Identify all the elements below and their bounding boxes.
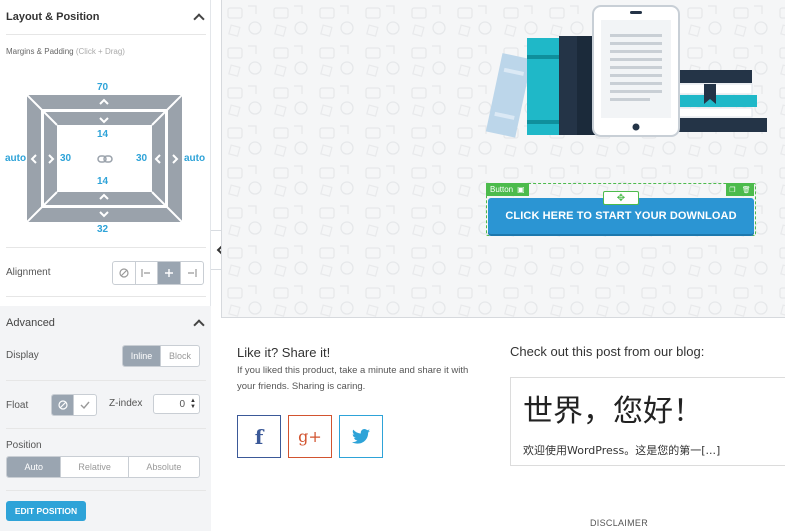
float-none-button[interactable] xyxy=(52,395,75,415)
twitter-button[interactable] xyxy=(339,415,383,458)
facebook-icon: f xyxy=(254,424,264,449)
none-icon xyxy=(57,400,68,410)
share-text: If you liked this product, take a minute… xyxy=(237,365,469,392)
hero-section[interactable] xyxy=(221,0,785,318)
margins-label-text: Margins & Padding xyxy=(6,47,74,56)
position-absolute-button[interactable]: Absolute xyxy=(129,457,199,477)
chevron-up-icon[interactable] xyxy=(193,13,205,25)
layout-section-header[interactable]: Layout & Position xyxy=(0,0,211,34)
display-inline-button[interactable]: Inline xyxy=(123,346,162,366)
align-center-button[interactable] xyxy=(158,262,181,284)
align-left-icon xyxy=(141,269,151,277)
settings-icon[interactable]: ▣ xyxy=(517,185,525,194)
element-type-badge[interactable]: Button ▣ xyxy=(486,183,529,196)
zindex-value: 0 xyxy=(179,398,185,410)
element-badge-label: Button xyxy=(490,185,514,194)
blog-post-card[interactable]: 世界，您好！ 欢迎使用WordPress。这是您的第一[...] xyxy=(510,377,785,466)
float-label: Float xyxy=(6,400,29,411)
padding-top-value[interactable]: 14 xyxy=(97,129,108,140)
twitter-icon xyxy=(352,429,370,444)
blog-section-title: Check out this post from our blog: xyxy=(510,344,705,359)
divider xyxy=(6,296,206,297)
display-block-button[interactable]: Block xyxy=(161,346,199,366)
edit-position-button[interactable]: EDIT POSITION xyxy=(6,501,86,521)
float-enable-button[interactable] xyxy=(74,395,96,415)
divider xyxy=(6,380,206,381)
margins-hint-text: (Click + Drag) xyxy=(75,47,125,56)
align-right-icon xyxy=(187,269,197,277)
align-center-icon xyxy=(164,269,173,277)
position-label: Position xyxy=(6,440,42,451)
zindex-label: Z-index xyxy=(109,398,143,409)
box-model-frame xyxy=(26,94,183,223)
padding-left-value[interactable]: 30 xyxy=(60,153,71,164)
google-plus-button[interactable]: g+ xyxy=(288,415,332,458)
position-relative-button[interactable]: Relative xyxy=(61,457,129,477)
move-handle-icon[interactable]: ✥ xyxy=(603,191,639,205)
blog-post-heading[interactable]: 世界，您好！ xyxy=(523,386,703,430)
chevron-up-icon[interactable] xyxy=(193,319,205,331)
trash-icon[interactable]: 🗑 xyxy=(742,186,751,194)
position-control: Auto Relative Absolute xyxy=(6,456,200,478)
align-left-button[interactable] xyxy=(136,262,158,284)
padding-right-value[interactable]: 30 xyxy=(136,153,147,164)
alignment-label: Alignment xyxy=(6,267,51,278)
advanced-section-title: Advanced xyxy=(6,317,55,329)
padding-bottom-value[interactable]: 14 xyxy=(97,176,108,187)
divider xyxy=(6,34,206,35)
position-auto-button[interactable]: Auto xyxy=(7,457,62,477)
zindex-input[interactable]: 0 ▲ ▼ xyxy=(153,394,200,414)
layout-section-title: Layout & Position xyxy=(6,11,100,23)
align-none-button[interactable] xyxy=(113,262,136,284)
margins-padding-label: Margins & Padding (Click + Drag) xyxy=(6,47,125,56)
alignment-control xyxy=(112,261,204,285)
settings-panel: Layout & Position Margins & Padding (Cli… xyxy=(0,0,211,531)
display-label: Display xyxy=(6,350,39,361)
google-plus-icon: g+ xyxy=(298,427,322,446)
margin-top-value[interactable]: 70 xyxy=(97,82,108,93)
share-title: Like it? Share it! xyxy=(237,345,331,360)
advanced-section-header[interactable]: Advanced xyxy=(0,306,211,340)
divider xyxy=(6,428,206,429)
element-actions: ❐ 🗑 xyxy=(726,183,754,196)
disclaimer-link[interactable]: DISCLAIMER xyxy=(590,518,648,528)
none-icon xyxy=(119,268,129,278)
float-control xyxy=(51,394,97,416)
margin-right-value[interactable]: auto xyxy=(184,153,205,164)
align-right-button[interactable] xyxy=(181,262,203,284)
margin-bottom-value[interactable]: 32 xyxy=(97,224,108,235)
margin-left-value[interactable]: auto xyxy=(5,153,26,164)
divider xyxy=(6,490,206,491)
page-builder: Layout & Position Margins & Padding (Cli… xyxy=(0,0,785,531)
check-icon xyxy=(80,401,90,410)
divider xyxy=(6,247,206,248)
box-model-editor[interactable] xyxy=(26,94,183,223)
duplicate-icon[interactable]: ❐ xyxy=(729,186,735,194)
facebook-button[interactable]: f xyxy=(237,415,281,458)
blog-post-excerpt: 欢迎使用WordPress。这是您的第一[...] xyxy=(523,444,721,457)
stepper-icon[interactable]: ▲ ▼ xyxy=(190,398,196,410)
display-control: Inline Block xyxy=(122,345,200,367)
books-tablet-illustration xyxy=(485,5,767,138)
